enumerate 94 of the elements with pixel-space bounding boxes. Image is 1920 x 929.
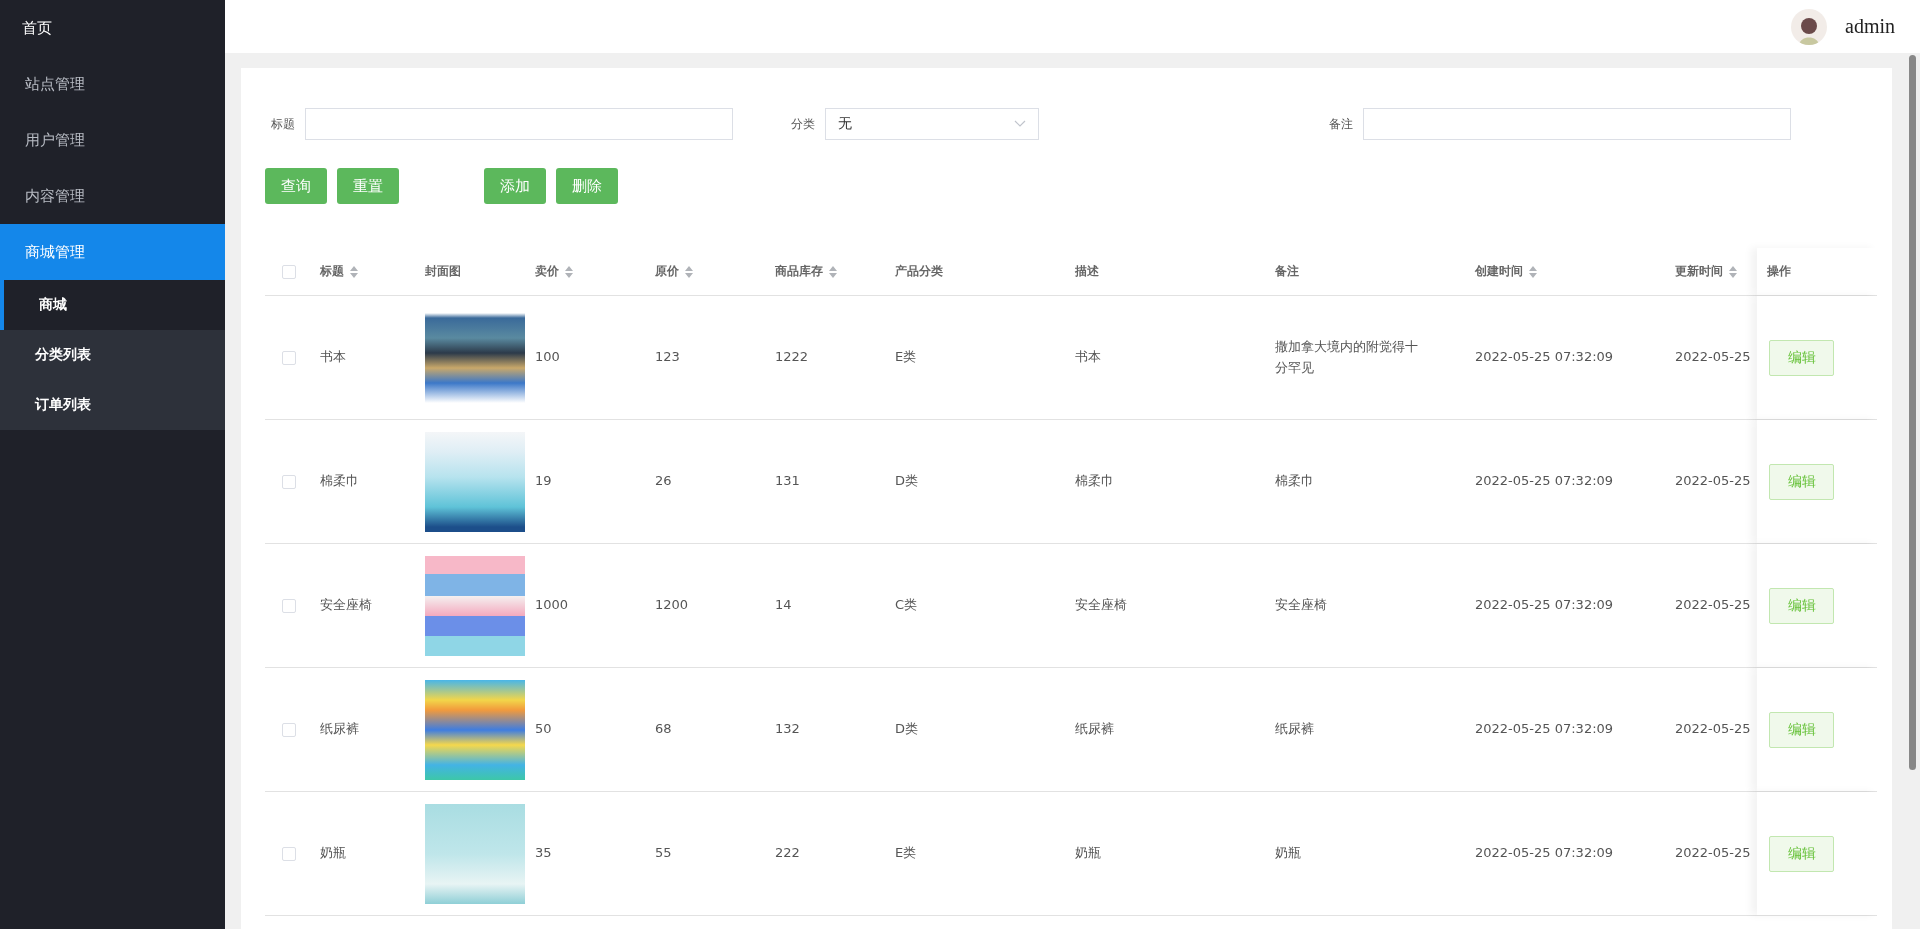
filter-label: 分类 bbox=[790, 115, 815, 133]
table-cell-text: 131 bbox=[775, 472, 801, 491]
column-header: 操作 bbox=[1757, 248, 1877, 295]
table-cell-text: 2022-05-25 bbox=[1675, 596, 1752, 615]
sort-icon[interactable] bbox=[685, 265, 693, 278]
filter-input[interactable] bbox=[305, 108, 733, 140]
table-cell-text: 55 bbox=[655, 844, 673, 863]
table-cell-text: 2022-05-25 07:32:09 bbox=[1475, 472, 1615, 491]
edit-button[interactable]: 编辑 bbox=[1769, 587, 1834, 624]
table-cell-text: 1000 bbox=[535, 596, 570, 615]
sort-icon[interactable] bbox=[1729, 265, 1737, 278]
table-cell-text: 书本 bbox=[1075, 348, 1102, 367]
column-header: 产品分类 bbox=[895, 263, 943, 280]
table-cell-text: 棉柔巾 bbox=[1075, 472, 1115, 491]
edit-button[interactable]: 编辑 bbox=[1769, 463, 1834, 500]
table-cell-text: D类 bbox=[895, 720, 919, 739]
sort-icon[interactable] bbox=[565, 265, 573, 278]
table-cell-text: 书本 bbox=[320, 348, 347, 367]
table-cell-text: 1200 bbox=[655, 596, 690, 615]
table-cell-text: 棉柔巾 bbox=[320, 472, 360, 491]
table-cell-text: 安全座椅 bbox=[1075, 596, 1128, 615]
edit-button[interactable]: 编辑 bbox=[1769, 339, 1834, 376]
table-cell-text: 奶瓶 bbox=[320, 844, 347, 863]
sidebar-subitem[interactable]: 分类列表 bbox=[0, 330, 225, 380]
table-cell-text: 123 bbox=[655, 348, 681, 367]
table-cell-text: E类 bbox=[895, 348, 918, 367]
table-cell-text: 2022-05-25 bbox=[1675, 720, 1752, 739]
column-header: 更新时间 bbox=[1675, 263, 1723, 280]
checkbox[interactable] bbox=[281, 350, 296, 365]
column-header: 创建时间 bbox=[1475, 263, 1523, 280]
table-cell-text: 2022-05-25 07:32:09 bbox=[1475, 844, 1615, 863]
column-header: 商品库存 bbox=[775, 263, 823, 280]
action-button[interactable]: 删除 bbox=[556, 168, 618, 204]
table-cell-text: 1222 bbox=[775, 348, 810, 367]
checkbox[interactable] bbox=[281, 598, 296, 613]
sidebar-item[interactable]: 商城管理 bbox=[0, 224, 225, 280]
sidebar-item[interactable]: 用户管理 bbox=[0, 112, 225, 168]
column-header: 原价 bbox=[655, 263, 679, 280]
table-cell-text: 奶瓶 bbox=[1075, 844, 1102, 863]
table-cell-text: 132 bbox=[775, 720, 801, 739]
checkbox[interactable] bbox=[281, 722, 296, 737]
sort-icon[interactable] bbox=[1529, 265, 1537, 278]
edit-button[interactable]: 编辑 bbox=[1769, 835, 1834, 872]
filter-input[interactable] bbox=[1363, 108, 1791, 140]
filter-label: 标题 bbox=[270, 115, 295, 133]
table-cell-text: 19 bbox=[535, 472, 553, 491]
table-cell-text: 2022-05-25 bbox=[1675, 348, 1752, 367]
column-header: 标题 bbox=[320, 263, 344, 280]
table-cell-text: 安全座椅 bbox=[1275, 596, 1328, 615]
table-cell-text: D类 bbox=[895, 472, 919, 491]
table-cell-text: 纸尿裤 bbox=[1275, 720, 1315, 739]
sidebar-item[interactable]: 首页 bbox=[0, 0, 225, 56]
column-header: 卖价 bbox=[535, 263, 559, 280]
table-cell-text: 100 bbox=[535, 348, 561, 367]
checkbox[interactable] bbox=[281, 264, 296, 279]
table-cell-text: 14 bbox=[775, 596, 793, 615]
table-cell-text: 2022-05-25 bbox=[1675, 844, 1752, 863]
checkbox[interactable] bbox=[281, 846, 296, 861]
checkbox[interactable] bbox=[281, 474, 296, 489]
table-cell-text: 35 bbox=[535, 844, 553, 863]
table-cell-text: 安全座椅 bbox=[320, 596, 373, 615]
user-name[interactable]: admin bbox=[1845, 15, 1895, 38]
table-cell-text: 2022-05-25 07:32:09 bbox=[1475, 720, 1615, 739]
table-cell-text: E类 bbox=[895, 844, 918, 863]
category-select[interactable]: 无 bbox=[825, 108, 1039, 140]
table-cell-text: 50 bbox=[535, 720, 553, 739]
table-cell-text: 26 bbox=[655, 472, 673, 491]
sort-icon[interactable] bbox=[350, 265, 358, 278]
avatar-icon[interactable] bbox=[1791, 8, 1827, 45]
filter-label: 备注 bbox=[1328, 115, 1353, 133]
scrollbar-thumb[interactable] bbox=[1909, 55, 1916, 770]
sort-icon[interactable] bbox=[829, 265, 837, 278]
table-cell-text: 奶瓶 bbox=[1275, 844, 1302, 863]
action-button[interactable]: 重置 bbox=[337, 168, 399, 204]
action-button[interactable]: 添加 bbox=[484, 168, 546, 204]
column-header: 封面图 bbox=[425, 263, 461, 280]
table-cell-text: 纸尿裤 bbox=[320, 720, 360, 739]
table-cell-text: 2022-05-25 bbox=[1675, 472, 1752, 491]
table-cell-text: 纸尿裤 bbox=[1075, 720, 1115, 739]
table-cell-text: C类 bbox=[895, 596, 919, 615]
table-cell-text: 2022-05-25 07:32:09 bbox=[1475, 596, 1615, 615]
chevron-down-icon bbox=[1014, 120, 1026, 128]
action-button[interactable]: 查询 bbox=[265, 168, 327, 204]
table-cell-text: 222 bbox=[775, 844, 801, 863]
table-cell-text: 68 bbox=[655, 720, 673, 739]
edit-button[interactable]: 编辑 bbox=[1769, 711, 1834, 748]
table-cell-text: 撒加拿大境内的附觉得十分罕见 bbox=[1275, 337, 1419, 377]
table-cell-text: 棉柔巾 bbox=[1275, 472, 1315, 491]
sidebar-item[interactable]: 站点管理 bbox=[0, 56, 225, 112]
column-header: 备注 bbox=[1275, 263, 1299, 280]
column-header: 描述 bbox=[1075, 263, 1099, 280]
table-cell-text: 2022-05-25 07:32:09 bbox=[1475, 348, 1615, 367]
sidebar-item[interactable]: 内容管理 bbox=[0, 168, 225, 224]
sidebar-subitem[interactable]: 订单列表 bbox=[0, 380, 225, 430]
